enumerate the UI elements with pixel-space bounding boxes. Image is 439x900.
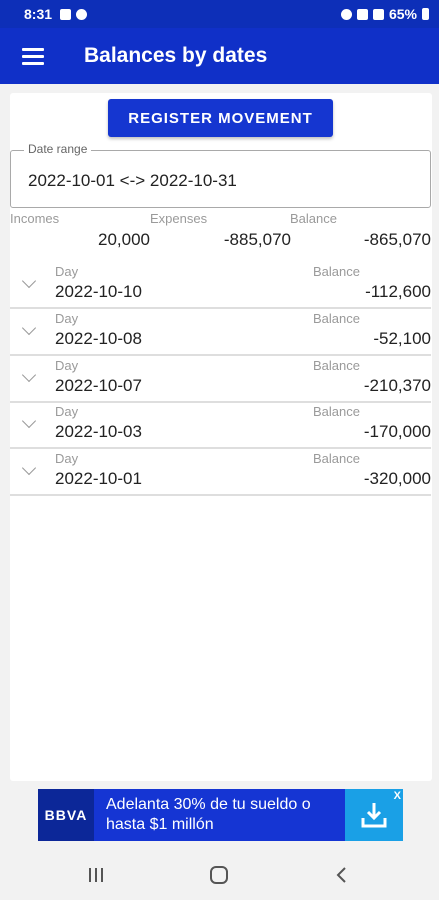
alarm-icon (340, 8, 352, 20)
page-title: Balances by dates (84, 44, 268, 67)
whatsapp-icon (76, 8, 88, 20)
day-row[interactable]: Day 2022-10-01 Balance -320,000 (10, 449, 431, 496)
system-nav-bar (0, 850, 439, 900)
date-range-value: 2022-10-01 <-> 2022-10-31 (28, 171, 237, 190)
status-right: 65% (340, 6, 429, 22)
date-range-label: Date range (24, 142, 92, 156)
chevron-down-icon[interactable] (21, 320, 37, 336)
incomes-label: Incomes (10, 211, 60, 226)
home-icon[interactable] (199, 862, 239, 888)
day-row[interactable]: Day 2022-10-10 Balance -112,600 (10, 262, 431, 309)
day-balance-value: -210,370 (363, 376, 431, 395)
notification-icons (60, 8, 88, 20)
day-label: Day (55, 358, 79, 373)
recent-apps-icon[interactable] (76, 862, 116, 888)
day-label: Day (55, 451, 79, 466)
day-balance-value: -170,000 (363, 422, 431, 441)
incomes-value: 20,000 (98, 230, 150, 249)
back-icon[interactable] (322, 862, 362, 888)
day-balance-label: Balance (313, 311, 360, 326)
day-balance-value: -52,100 (373, 329, 431, 348)
ad-close-icon[interactable]: X (394, 790, 401, 802)
day-balance-value: -320,000 (363, 469, 431, 488)
chevron-down-icon[interactable] (21, 413, 37, 429)
day-balance-label: Balance (313, 404, 360, 419)
wifi-icon (356, 8, 368, 20)
gallery-icon (60, 8, 72, 20)
battery-icon (422, 8, 429, 20)
register-movement-button[interactable]: REGISTER MOVEMENT (108, 99, 333, 137)
day-label: Day (55, 264, 79, 279)
chevron-down-icon[interactable] (21, 460, 37, 476)
day-value: 2022-10-01 (55, 469, 142, 488)
day-row[interactable]: Day 2022-10-03 Balance -170,000 (10, 402, 431, 449)
ad-banner[interactable]: BBVA Adelanta 30% de tu sueldo o hasta $… (38, 789, 403, 841)
day-balance-value: -112,600 (365, 282, 431, 301)
balance-value: -865,070 (363, 230, 431, 249)
day-balance-label: Balance (313, 264, 360, 279)
status-bar: 8:31 65% (0, 0, 439, 28)
expenses-value: -885,070 (223, 230, 291, 249)
day-row[interactable]: Day 2022-10-08 Balance -52,100 (10, 309, 431, 356)
day-row[interactable]: Day 2022-10-07 Balance -210,370 (10, 356, 431, 403)
chevron-down-icon[interactable] (21, 367, 37, 383)
day-value: 2022-10-03 (55, 422, 142, 441)
day-balance-label: Balance (313, 451, 360, 466)
hamburger-menu-icon[interactable] (0, 28, 66, 84)
bbva-logo: BBVA (38, 789, 94, 841)
ad-text: Adelanta 30% de tu sueldo o hasta $1 mil… (106, 796, 311, 833)
day-balance-label: Balance (313, 358, 360, 373)
expenses-label: Expenses (150, 211, 208, 226)
chevron-down-icon[interactable] (21, 273, 37, 289)
day-value: 2022-10-08 (55, 329, 142, 348)
day-value: 2022-10-07 (55, 376, 142, 395)
status-time: 8:31 (24, 6, 53, 22)
signal-icon (372, 8, 384, 20)
date-range-field[interactable]: Date range 2022-10-01 <-> 2022-10-31 (10, 142, 431, 208)
day-label: Day (55, 311, 79, 326)
app-bar: Balances by dates (0, 28, 439, 84)
battery-percent: 65% (388, 6, 417, 22)
balance-label: Balance (290, 211, 337, 226)
day-label: Day (55, 404, 79, 419)
day-value: 2022-10-10 (55, 282, 142, 301)
